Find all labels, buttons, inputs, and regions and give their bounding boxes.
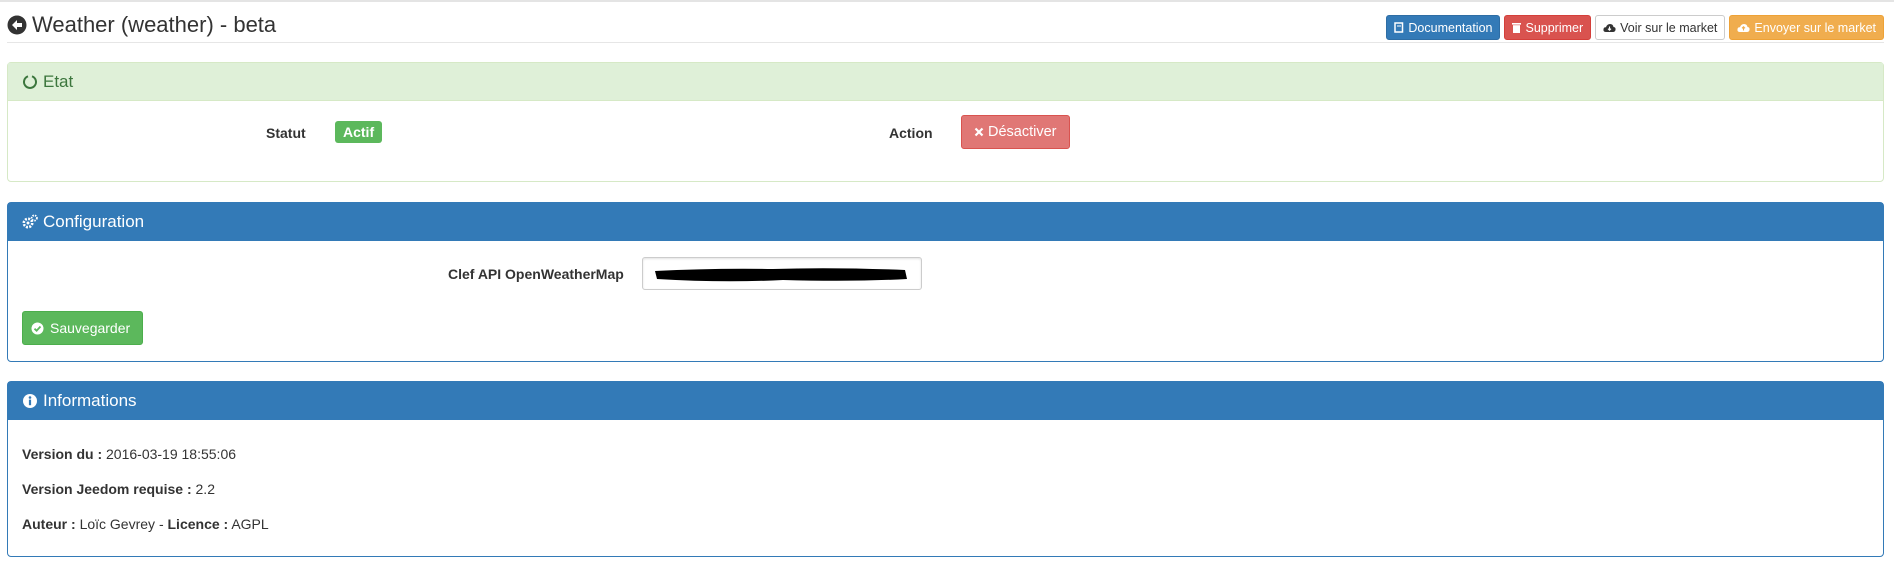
book-icon bbox=[1394, 22, 1404, 33]
delete-label: Supprimer bbox=[1525, 20, 1584, 35]
etat-panel: Etat bbox=[7, 62, 1884, 182]
informations-panel-heading: Informations bbox=[8, 382, 1883, 420]
jeedom-version-line: Version Jeedom requise : 2.2 bbox=[22, 481, 215, 497]
etat-panel-heading: Etat bbox=[8, 63, 1883, 101]
page-title: Weather (weather) - beta bbox=[7, 12, 276, 38]
check-circle-icon bbox=[31, 322, 44, 334]
configuration-panel: Configuration bbox=[7, 202, 1884, 362]
informations-title: Informations bbox=[43, 391, 137, 410]
deactivate-button[interactable]: Désactiver bbox=[961, 115, 1070, 149]
etat-title: Etat bbox=[43, 71, 74, 91]
configuration-title: Configuration bbox=[43, 212, 145, 231]
api-key-label: Clef API OpenWeatherMap bbox=[448, 266, 624, 282]
cloud-upload-icon bbox=[1737, 23, 1751, 32]
version-label: Version du : bbox=[22, 446, 103, 462]
action-label: Action bbox=[889, 125, 933, 141]
info-circle-icon bbox=[23, 394, 37, 408]
version-line: Version du : 2016-03-19 18:55:06 bbox=[22, 446, 236, 462]
header-actions: Documentation Supprimer Voir sur le mark… bbox=[1386, 15, 1884, 40]
circle-notch-icon bbox=[23, 74, 37, 89]
market-view-button[interactable]: Voir sur le market bbox=[1595, 15, 1726, 40]
arrow-circle-left-icon[interactable] bbox=[7, 15, 27, 35]
redaction-mark bbox=[655, 268, 907, 282]
save-label: Sauvegarder bbox=[50, 320, 131, 336]
cloud-download-icon bbox=[1603, 23, 1616, 32]
author-line: Auteur : Loïc Gevrey - Licence : AGPL bbox=[22, 516, 269, 532]
status-badge: Actif bbox=[335, 121, 383, 143]
save-button[interactable]: Sauvegarder bbox=[22, 311, 144, 345]
market-send-button[interactable]: Envoyer sur le market bbox=[1729, 15, 1884, 40]
market-view-label: Voir sur le market bbox=[1620, 20, 1718, 35]
status-label: Statut bbox=[266, 125, 306, 141]
plugin-title: Weather (weather) - beta bbox=[32, 12, 277, 37]
deactivate-label: Désactiver bbox=[988, 124, 1057, 140]
delete-button[interactable]: Supprimer bbox=[1504, 15, 1592, 40]
market-send-label: Envoyer sur le market bbox=[1754, 20, 1876, 35]
cogs-icon bbox=[22, 214, 38, 229]
author-label: Auteur : bbox=[22, 516, 76, 532]
trash-icon bbox=[1512, 23, 1522, 33]
informations-panel: Informations bbox=[7, 381, 1884, 557]
page-header: Weather (weather) - beta Documentation S… bbox=[7, 10, 1884, 43]
version-value: 2016-03-19 18:55:06 bbox=[106, 446, 237, 462]
api-key-input[interactable] bbox=[642, 257, 922, 290]
documentation-label: Documentation bbox=[1408, 20, 1493, 35]
license-value: AGPL bbox=[231, 516, 269, 532]
jeedom-version-value: 2.2 bbox=[195, 481, 215, 497]
times-icon bbox=[974, 127, 984, 137]
license-label: Licence : bbox=[167, 516, 229, 532]
configuration-panel-heading: Configuration bbox=[8, 203, 1883, 241]
jeedom-version-label: Version Jeedom requise : bbox=[22, 481, 192, 497]
author-value: Loïc Gevrey bbox=[79, 516, 156, 532]
documentation-button[interactable]: Documentation bbox=[1386, 15, 1501, 40]
author-separator: - bbox=[158, 516, 164, 532]
